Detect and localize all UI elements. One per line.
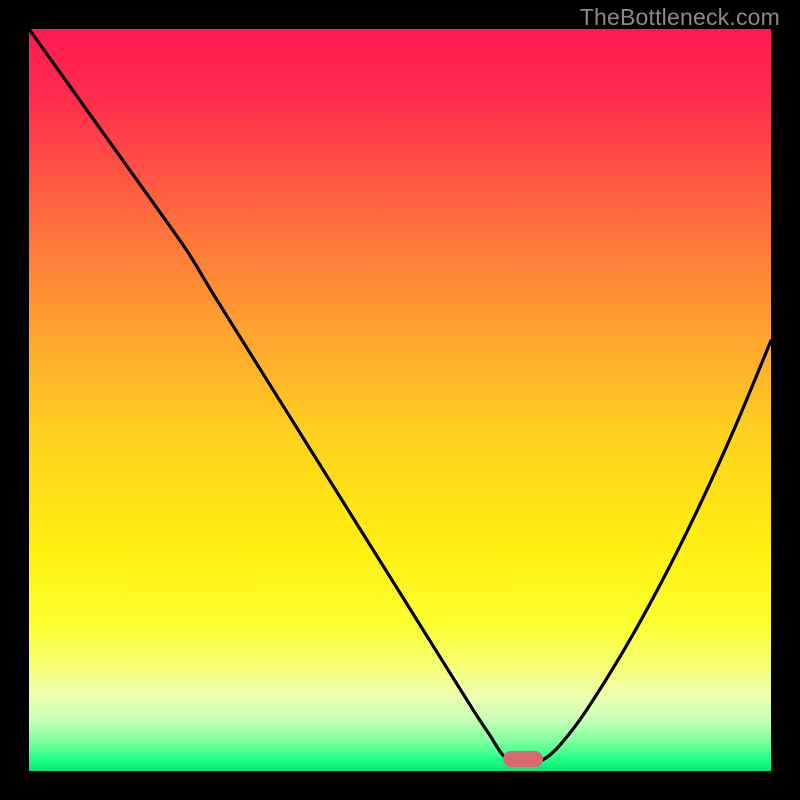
- watermark-text: TheBottleneck.com: [580, 4, 780, 31]
- optimal-marker: [503, 751, 543, 767]
- chart-frame: TheBottleneck.com: [0, 0, 800, 800]
- bottleneck-curve: [29, 29, 771, 771]
- plot-area: [29, 29, 771, 771]
